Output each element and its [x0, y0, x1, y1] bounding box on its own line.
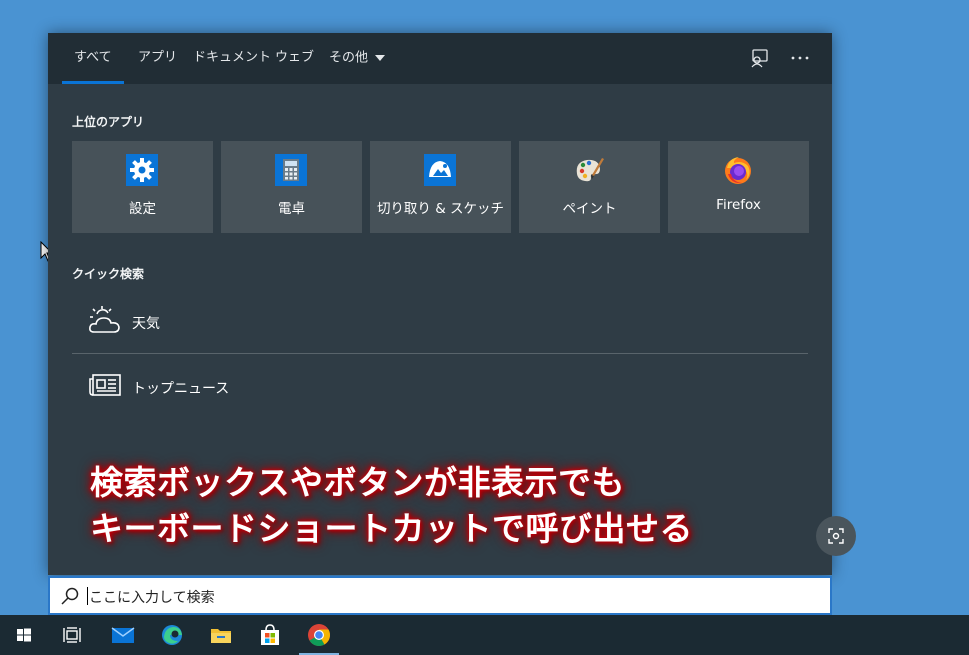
chrome-icon — [308, 624, 330, 646]
taskbar-edge[interactable] — [148, 615, 196, 655]
search-icon — [61, 587, 79, 605]
tab-apps[interactable]: アプリ — [138, 33, 177, 84]
search-input[interactable]: ここに入力して検索 — [48, 576, 832, 615]
tab-documents[interactable]: ドキュメント — [193, 33, 271, 84]
taskbar-chrome[interactable] — [295, 615, 343, 655]
tab-all[interactable]: すべて — [62, 33, 124, 84]
search-scope-tabs: すべて アプリ ドキュメント ウェブ その他 — [48, 33, 832, 84]
app-tile-label: Firefox — [716, 197, 761, 213]
app-tile-snip-sketch[interactable]: 切り取り & スケッチ — [370, 141, 511, 233]
paint-palette-icon — [573, 154, 605, 186]
quick-search-heading: クイック検索 — [72, 267, 145, 281]
app-tile-label: ペイント — [562, 201, 617, 217]
capture-icon — [828, 528, 844, 544]
text-caret — [87, 587, 88, 605]
app-tile-label: 設定 — [129, 201, 156, 217]
quick-search-label: トップニュース — [132, 381, 230, 397]
windows-logo-icon — [17, 628, 31, 642]
news-icon — [88, 372, 122, 400]
chevron-down-icon — [375, 33, 386, 83]
taskbar-mail[interactable] — [99, 615, 147, 655]
divider — [72, 353, 808, 354]
more-options-icon[interactable] — [789, 47, 811, 69]
app-tile-label: 電卓 — [278, 201, 305, 217]
taskbar-file-explorer[interactable] — [197, 615, 245, 655]
quick-search-label: 天気 — [132, 316, 160, 332]
mail-icon — [111, 627, 135, 643]
settings-gear-icon — [126, 154, 158, 186]
task-view-button[interactable] — [48, 615, 96, 655]
firefox-icon — [722, 154, 754, 186]
tab-more[interactable]: その他 — [329, 33, 386, 84]
tab-web[interactable]: ウェブ — [275, 33, 314, 84]
screenshot-search-button[interactable] — [816, 516, 856, 556]
weather-icon — [88, 306, 122, 334]
calculator-icon — [275, 154, 307, 186]
quick-search-item-top-news[interactable]: トップニュース — [72, 356, 808, 416]
task-view-icon — [63, 627, 81, 643]
tab-more-label: その他 — [329, 50, 369, 66]
folder-icon — [211, 629, 231, 643]
snip-sketch-icon — [424, 154, 456, 186]
caption-line-1: 検索ボックスやボタンが非表示でも — [90, 463, 626, 502]
taskbar-store[interactable] — [246, 615, 294, 655]
edge-icon — [162, 625, 182, 645]
app-tile-paint[interactable]: ペイント — [519, 141, 660, 233]
quick-search-item-weather[interactable]: 天気 — [72, 291, 808, 351]
taskbar — [0, 615, 969, 655]
caption-line-2: キーボードショートカットで呼び出せる — [90, 509, 693, 548]
search-placeholder: ここに入力して検索 — [89, 590, 215, 606]
store-icon — [261, 624, 279, 645]
app-tile-label: 切り取り & スケッチ — [376, 201, 505, 217]
app-tile-calculator[interactable]: 電卓 — [221, 141, 362, 233]
start-button[interactable] — [0, 615, 48, 655]
app-tile-settings[interactable]: 設定 — [72, 141, 213, 233]
app-tile-firefox[interactable]: Firefox — [668, 141, 809, 233]
top-apps-heading: 上位のアプリ — [72, 115, 145, 129]
feedback-icon[interactable] — [748, 47, 770, 69]
